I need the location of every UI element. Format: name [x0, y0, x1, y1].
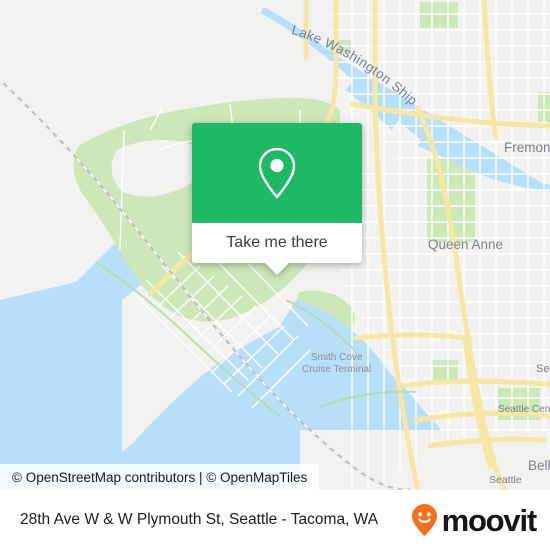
moovit-map-screen: Lake Washington Ship Canal Fremont Queen… — [0, 0, 550, 550]
callout-header — [192, 123, 362, 223]
moovit-wordmark: moovit — [441, 502, 538, 538]
station-address-title: 28th Ave W & W Plymouth St, Seattle - Ta… — [20, 511, 379, 528]
map-callout-popup[interactable]: Take me there — [192, 123, 362, 275]
callout-pointer — [264, 262, 290, 275]
map-attribution-bar: © OpenStreetMap contributors | © OpenMap… — [0, 464, 320, 490]
take-me-there-label: Take me there — [226, 234, 328, 251]
map-attribution-text: © OpenStreetMap contributors | © OpenMap… — [12, 469, 308, 485]
moovit-logo[interactable]: moovit — [410, 502, 538, 538]
callout-action-bar[interactable]: Take me there — [192, 223, 362, 263]
location-pin-icon — [258, 147, 296, 199]
page-footer: 28th Ave W & W Plymouth St, Seattle - Ta… — [0, 490, 550, 550]
moovit-pin-icon — [411, 504, 437, 536]
map-canvas[interactable]: Lake Washington Ship Canal Fremont Queen… — [0, 0, 550, 490]
